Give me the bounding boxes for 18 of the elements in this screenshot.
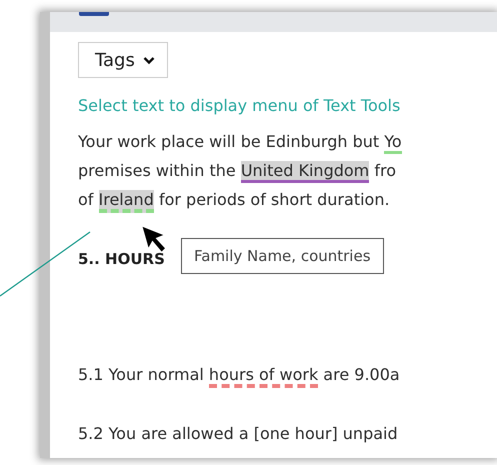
tagged-phrase: Ireland — [98, 190, 154, 213]
text-run: fro — [373, 161, 396, 180]
tab-indicator — [79, 12, 109, 16]
text-run: premises within the — [78, 161, 237, 180]
tags-dropdown[interactable]: Tags — [78, 42, 168, 78]
tagged-phrase: United Kingdom — [240, 161, 370, 183]
hint-text: Select text to display menu of Text Tools — [78, 96, 400, 115]
tagged-phrase: Yo — [384, 132, 402, 154]
text-run: are 9.00a — [322, 365, 400, 384]
text-run: of — [78, 190, 95, 209]
chevron-down-icon — [142, 56, 155, 64]
section-heading: 5.. HOURS — [78, 250, 165, 268]
tooltip: Family Name, countries — [181, 238, 384, 274]
text-run: 5.1 Your normal — [78, 365, 205, 384]
text-run: 5.2 You are allowed a [one hour] unpaid — [78, 424, 398, 443]
text-run: Your work place will be Edinburgh but — [78, 132, 380, 151]
tagged-phrase: hours of work — [208, 365, 318, 388]
text-run: for periods of short duration. — [158, 190, 390, 209]
